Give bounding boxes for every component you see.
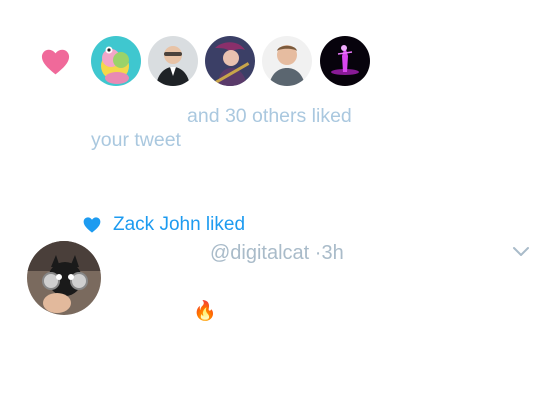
- liker-avatar-1[interactable]: [91, 36, 141, 86]
- heart-icon: [41, 49, 70, 75]
- liker-avatar-4[interactable]: [262, 36, 312, 86]
- tweet-author-avatar[interactable]: [27, 241, 101, 315]
- chevron-down-icon[interactable]: [511, 244, 531, 258]
- likes-summary-text: and 30 others liked your tweet: [91, 105, 352, 151]
- notifications-page: and 30 others liked your tweet Zack John…: [0, 0, 553, 403]
- author-handle-and-time[interactable]: @digitalcat ·3h: [210, 241, 344, 265]
- tweet-content-fire-emoji: 🔥: [193, 301, 217, 322]
- liker-avatar-2[interactable]: [148, 36, 198, 86]
- liker-avatar-3[interactable]: [205, 36, 255, 86]
- heart-icon: [83, 217, 101, 233]
- liker-avatar-5[interactable]: [320, 36, 370, 86]
- liked-by-text[interactable]: Zack John liked: [113, 213, 245, 237]
